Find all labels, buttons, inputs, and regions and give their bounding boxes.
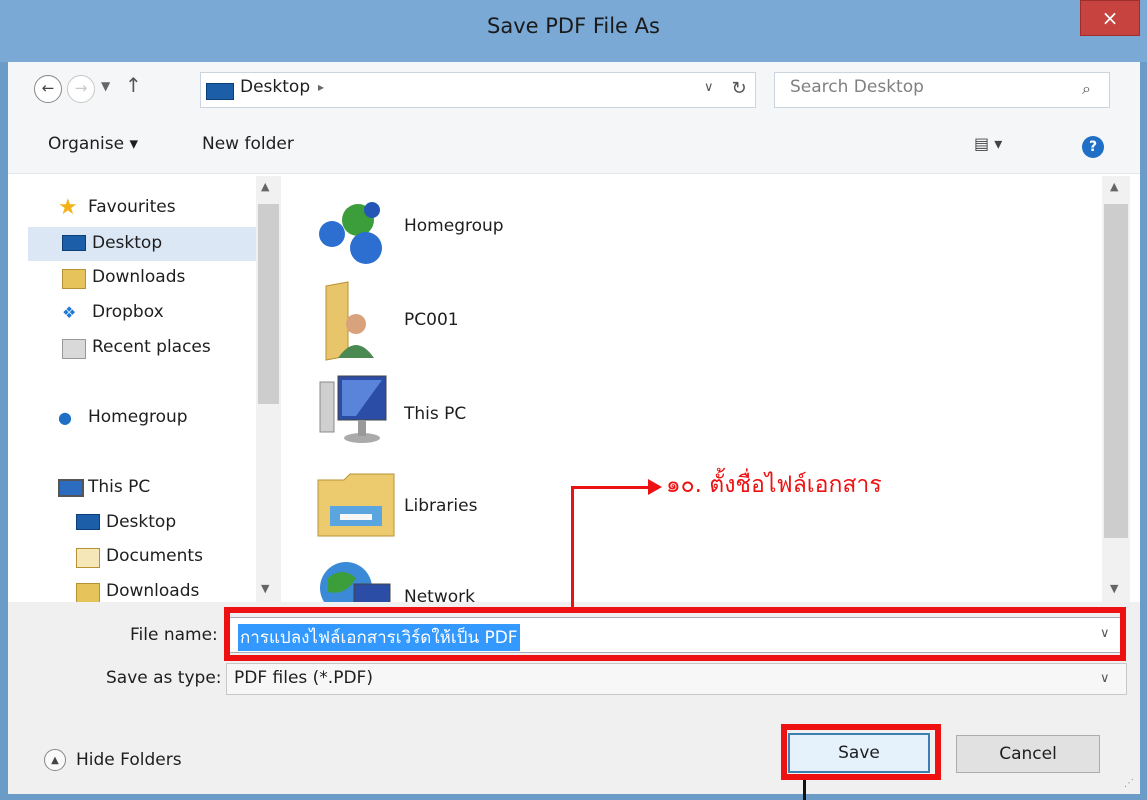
- change-view-button[interactable]: ▤ ▾: [974, 134, 1002, 153]
- nav-item-pc-desktop[interactable]: Desktop: [76, 507, 177, 537]
- search-icon[interactable]: ⌕: [1082, 79, 1091, 99]
- forward-button[interactable]: →: [67, 75, 95, 103]
- file-scroll-up-icon[interactable]: ▲: [1110, 180, 1118, 193]
- back-button[interactable]: ←: [34, 75, 62, 103]
- annotation-step-text: ๑๐. ตั้งชื่อไฟล์เอกสาร: [666, 472, 882, 498]
- refresh-icon: ↻: [731, 78, 747, 99]
- nav-scroll-down-icon[interactable]: ▼: [261, 582, 269, 595]
- desktop-icon: [206, 83, 234, 100]
- help-icon[interactable]: ?: [1082, 136, 1104, 158]
- desktop-folder-icon: [76, 514, 100, 530]
- dropbox-icon: ❖: [62, 303, 77, 322]
- close-button[interactable]: ×: [1080, 0, 1140, 36]
- dialog-title: Save PDF File As: [487, 14, 660, 38]
- nav-item-label: Dropbox: [92, 302, 164, 322]
- nav-item-desktop[interactable]: Desktop: [62, 228, 163, 258]
- file-item-network[interactable]: Network: [404, 587, 475, 602]
- nav-item-label: Downloads: [106, 581, 200, 601]
- new-folder-button[interactable]: New folder: [202, 134, 294, 154]
- homegroup-icon: [314, 198, 394, 268]
- nav-scrollbar-thumb[interactable]: [258, 204, 279, 404]
- nav-item-label: Recent places: [92, 337, 211, 357]
- save-highlight-box: [781, 724, 941, 780]
- nav-item-homegroup[interactable]: ● Homegroup: [58, 402, 188, 432]
- annotation-line: [571, 486, 651, 489]
- nav-item-favourites[interactable]: ★ Favourites: [58, 192, 176, 222]
- nav-item-recent-places[interactable]: Recent places: [62, 332, 211, 362]
- nav-item-this-pc[interactable]: This PC: [58, 472, 151, 502]
- file-item-libraries[interactable]: Libraries: [404, 496, 477, 516]
- user-folder-icon: [318, 280, 382, 362]
- file-scrollbar-thumb[interactable]: [1104, 204, 1128, 538]
- nav-item-label: This PC: [88, 477, 151, 497]
- star-icon: ★: [58, 195, 78, 220]
- network-icon: [316, 556, 394, 602]
- save-as-type-label: Save as type:: [106, 668, 222, 688]
- recent-locations-dropdown[interactable]: ▼: [101, 79, 110, 93]
- nav-item-label: Desktop: [92, 233, 163, 253]
- this-pc-icon: [58, 479, 84, 497]
- up-arrow-icon: ↑: [125, 73, 142, 97]
- forward-arrow-icon: →: [74, 79, 88, 97]
- documents-icon: [76, 548, 100, 568]
- downloads-icon: [76, 583, 100, 603]
- nav-item-label: Desktop: [106, 512, 177, 532]
- back-arrow-icon: ←: [41, 79, 55, 97]
- homegroup-icon: ●: [58, 408, 72, 427]
- annotation-arrow-icon: [648, 479, 662, 495]
- refresh-button[interactable]: ↻: [722, 72, 756, 108]
- annotation-line: [571, 486, 574, 607]
- breadcrumb-chevron-icon[interactable]: ▸: [318, 80, 324, 94]
- file-item-homegroup[interactable]: Homegroup: [404, 216, 504, 236]
- file-item-pc001[interactable]: PC001: [404, 310, 459, 330]
- desktop-icon: [62, 235, 86, 251]
- nav-item-label: Homegroup: [88, 407, 188, 427]
- hide-folders-button[interactable]: Hide Folders: [76, 750, 182, 770]
- nav-scroll-up-icon[interactable]: ▲: [261, 180, 269, 193]
- address-breadcrumb-desktop[interactable]: Desktop: [240, 77, 310, 97]
- save-as-type-dropdown-icon[interactable]: ∨: [1100, 671, 1110, 686]
- command-toolbar: [8, 116, 1140, 174]
- resize-grip-icon[interactable]: ⋰: [1124, 778, 1134, 789]
- file-name-label: File name:: [130, 625, 218, 645]
- organise-menu-button[interactable]: Organise ▾: [48, 134, 138, 154]
- up-button[interactable]: ↑: [125, 73, 142, 97]
- hide-folders-icon[interactable]: ▲: [44, 749, 66, 771]
- cancel-button[interactable]: Cancel: [956, 735, 1100, 773]
- file-list-pane: [284, 176, 1112, 602]
- file-scroll-down-icon[interactable]: ▼: [1110, 582, 1118, 595]
- file-item-this-pc[interactable]: This PC: [404, 404, 466, 424]
- nav-item-label: Favourites: [88, 197, 176, 217]
- nav-item-label: Documents: [106, 546, 203, 566]
- recent-places-icon: [62, 339, 86, 359]
- nav-item-documents[interactable]: Documents: [76, 541, 203, 571]
- save-as-type-value[interactable]: PDF files (*.PDF): [234, 668, 373, 688]
- nav-item-label: Downloads: [92, 267, 186, 287]
- libraries-icon: [316, 466, 396, 540]
- address-dropdown-icon[interactable]: ∨: [704, 80, 714, 95]
- file-name-highlight-box: [224, 607, 1126, 661]
- nav-item-downloads[interactable]: Downloads: [62, 262, 186, 292]
- search-placeholder: Search Desktop: [790, 77, 924, 97]
- save-annotation-line: [803, 780, 806, 800]
- downloads-icon: [62, 269, 86, 289]
- computer-icon: [316, 372, 390, 446]
- nav-item-dropbox[interactable]: ❖ Dropbox: [62, 297, 164, 327]
